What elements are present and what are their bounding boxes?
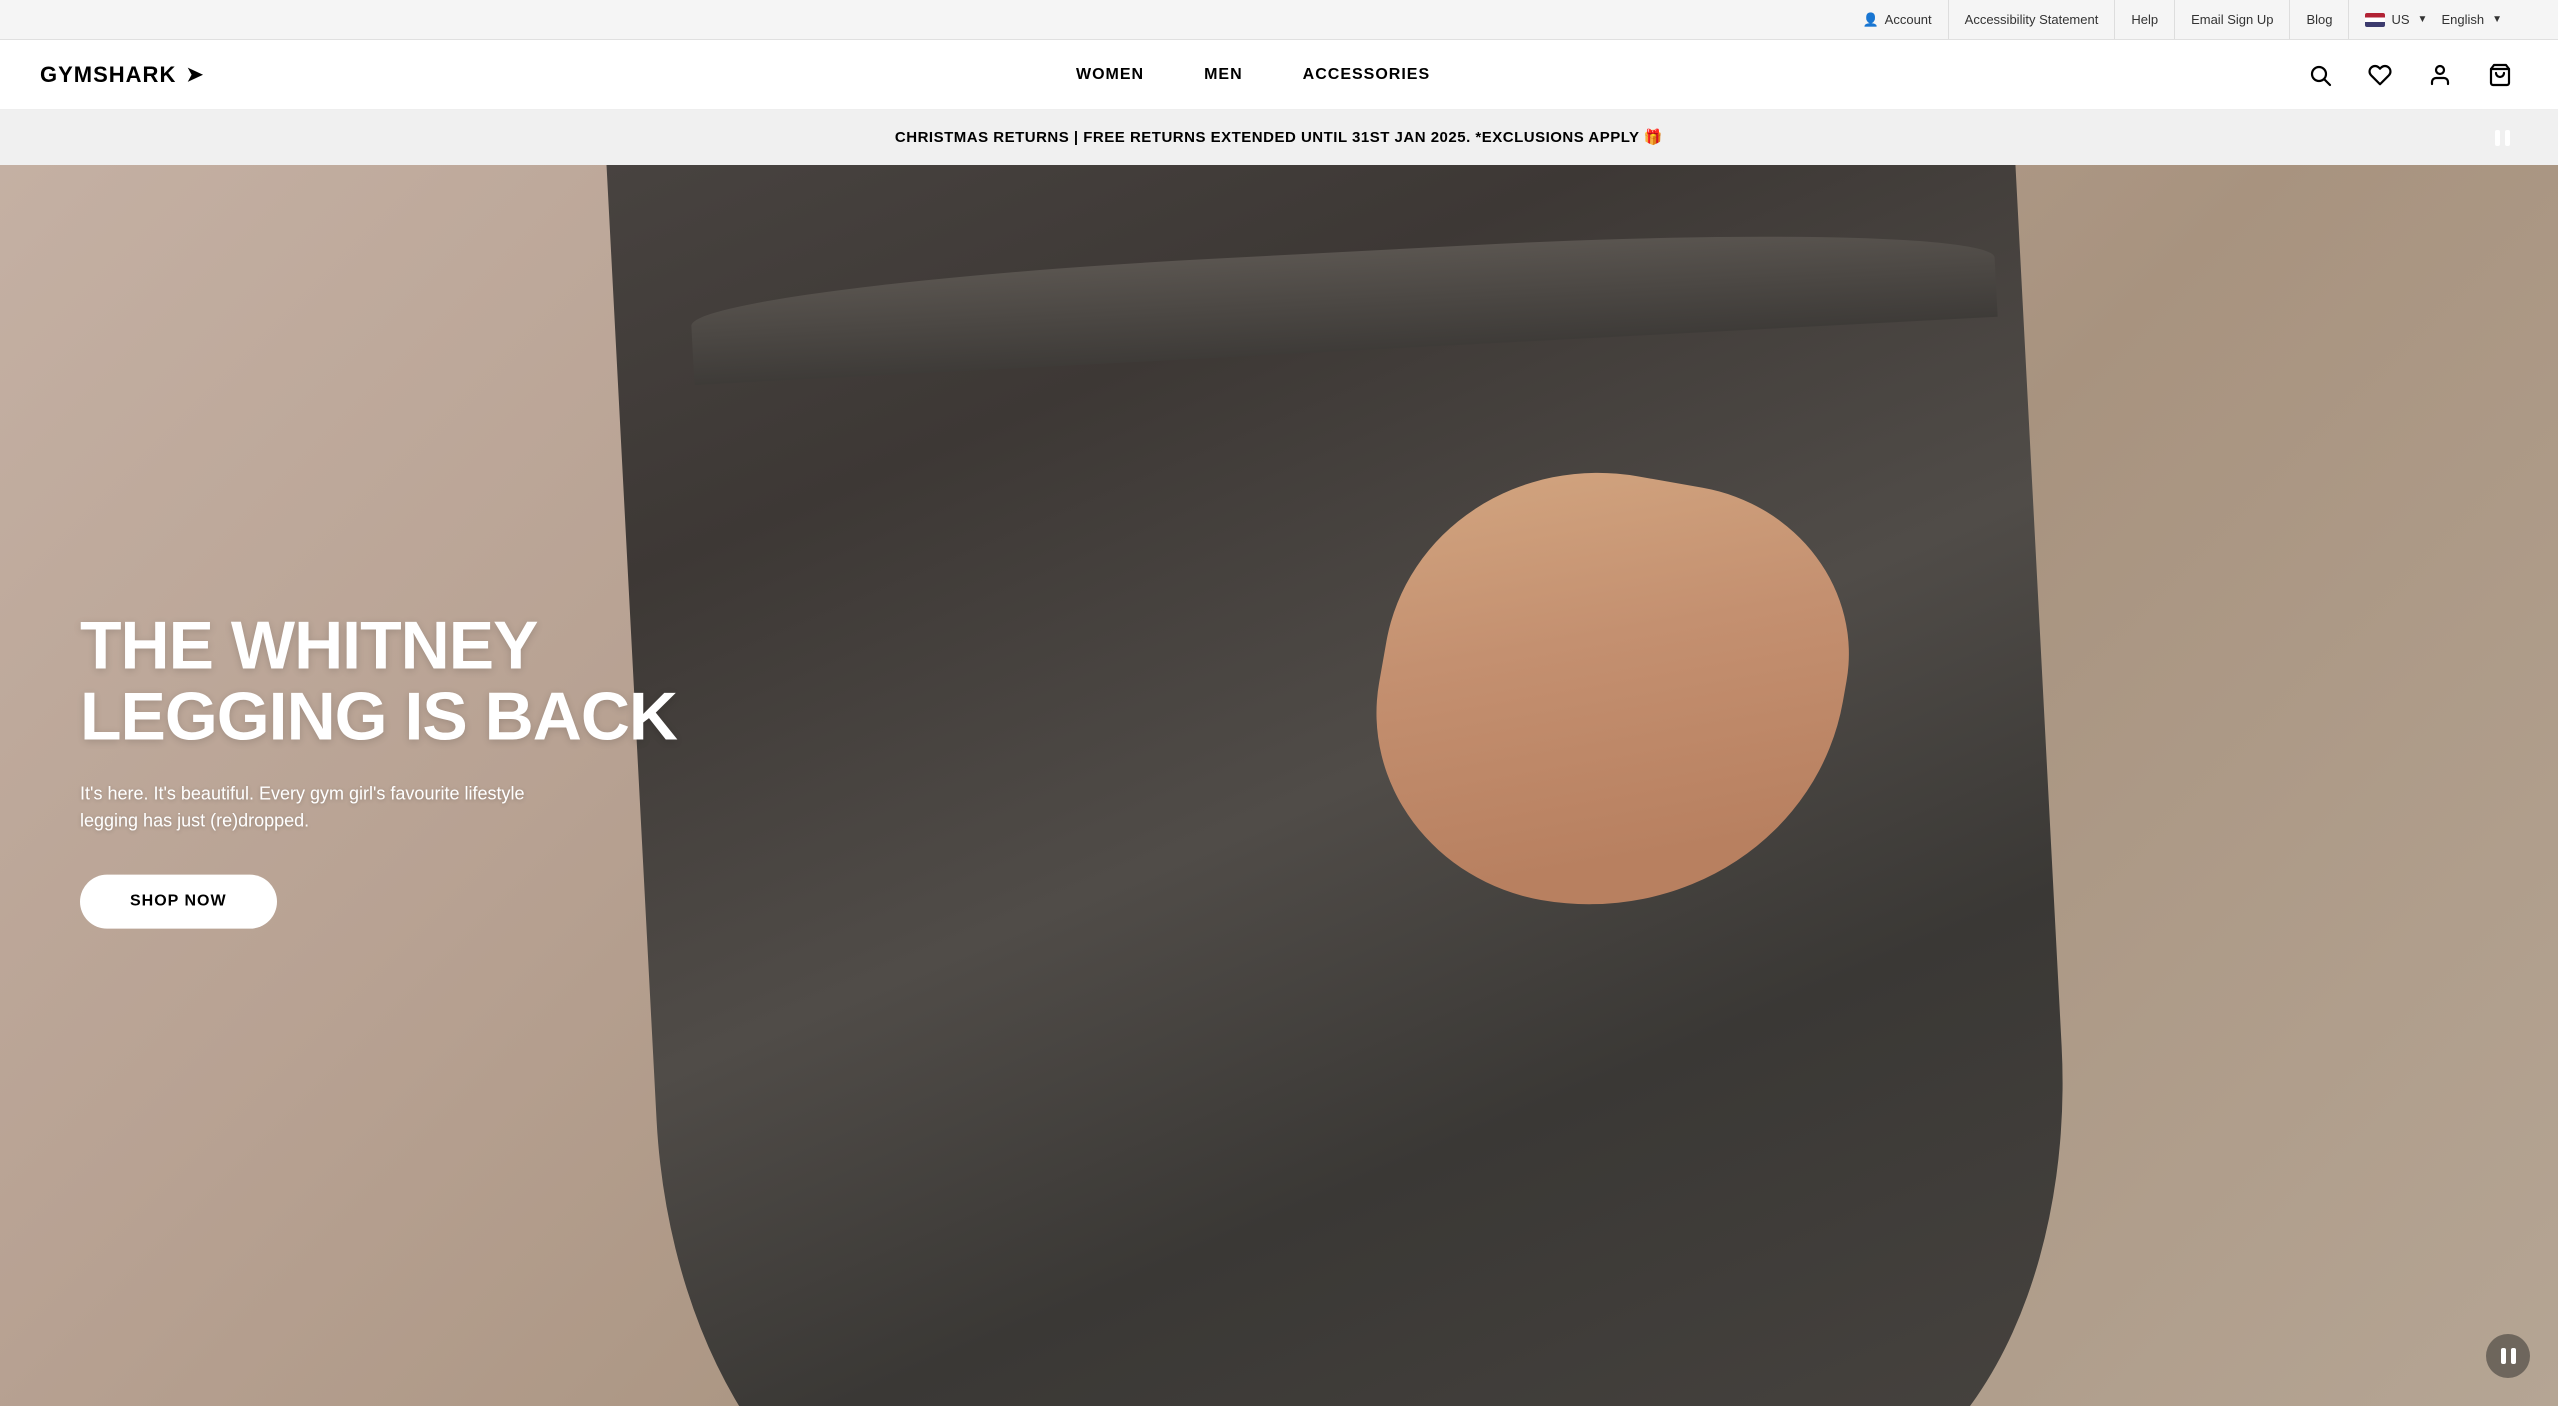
- hero-title-line1: THE WHITNEY: [80, 607, 537, 683]
- logo[interactable]: GYMSHARK ➤: [40, 62, 204, 88]
- shop-now-button[interactable]: SHOP NOW: [80, 875, 277, 929]
- hero-content: THE WHITNEY LEGGING IS BACK It's here. I…: [80, 610, 677, 929]
- bag-button[interactable]: [2482, 57, 2518, 93]
- accessibility-label: Accessibility Statement: [1965, 12, 2099, 27]
- nav-accessories[interactable]: ACCESSORIES: [1303, 58, 1430, 92]
- accessibility-link[interactable]: Accessibility Statement: [1949, 0, 2116, 39]
- account-icon: 👤: [1862, 12, 1878, 28]
- promo-text: CHRISTMAS RETURNS | FREE RETURNS EXTENDE…: [895, 127, 1663, 148]
- locale-selector[interactable]: US ▼ English ▼: [2349, 12, 2518, 27]
- promo-banner: CHRISTMAS RETURNS | FREE RETURNS EXTENDE…: [0, 110, 2558, 165]
- account-label: Account: [1885, 12, 1932, 27]
- account-link[interactable]: 👤 Account: [1846, 0, 1948, 39]
- logo-text: GYMSHARK: [40, 62, 176, 88]
- language-label: English: [2441, 12, 2484, 27]
- help-label: Help: [2131, 12, 2158, 27]
- country-chevron-icon: ▼: [2418, 14, 2428, 25]
- hero-pause-button[interactable]: [2486, 1334, 2530, 1378]
- hero-title: THE WHITNEY LEGGING IS BACK: [80, 610, 677, 753]
- pause-icon: [2495, 130, 2510, 146]
- header-icons: [2302, 57, 2518, 93]
- search-button[interactable]: [2302, 57, 2338, 93]
- us-flag-icon: [2365, 13, 2385, 27]
- country-label: US: [2391, 12, 2409, 27]
- hero-title-line2: LEGGING IS BACK: [80, 679, 677, 755]
- language-chevron-icon: ▼: [2492, 14, 2502, 25]
- hero-pause-icon: [2501, 1348, 2516, 1364]
- logo-arrow-icon: ➤: [186, 62, 204, 87]
- wishlist-button[interactable]: [2362, 57, 2398, 93]
- help-link[interactable]: Help: [2115, 0, 2175, 39]
- blog-label: Blog: [2306, 12, 2332, 27]
- blog-link[interactable]: Blog: [2290, 0, 2349, 39]
- utility-bar: 👤 Account Accessibility Statement Help E…: [0, 0, 2558, 40]
- account-button[interactable]: [2422, 57, 2458, 93]
- hero-section: THE WHITNEY LEGGING IS BACK It's here. I…: [0, 165, 2558, 1406]
- email-signup-link[interactable]: Email Sign Up: [2175, 0, 2290, 39]
- hero-subtitle: It's here. It's beautiful. Every gym gir…: [80, 781, 580, 835]
- email-signup-label: Email Sign Up: [2191, 12, 2273, 27]
- nav-women[interactable]: WOMEN: [1076, 58, 1144, 92]
- main-header: GYMSHARK ➤ WOMEN MEN ACCESSORIES: [0, 40, 2558, 110]
- main-nav: WOMEN MEN ACCESSORIES: [204, 58, 2302, 92]
- promo-pause-button[interactable]: [2486, 122, 2518, 154]
- nav-men[interactable]: MEN: [1204, 58, 1243, 92]
